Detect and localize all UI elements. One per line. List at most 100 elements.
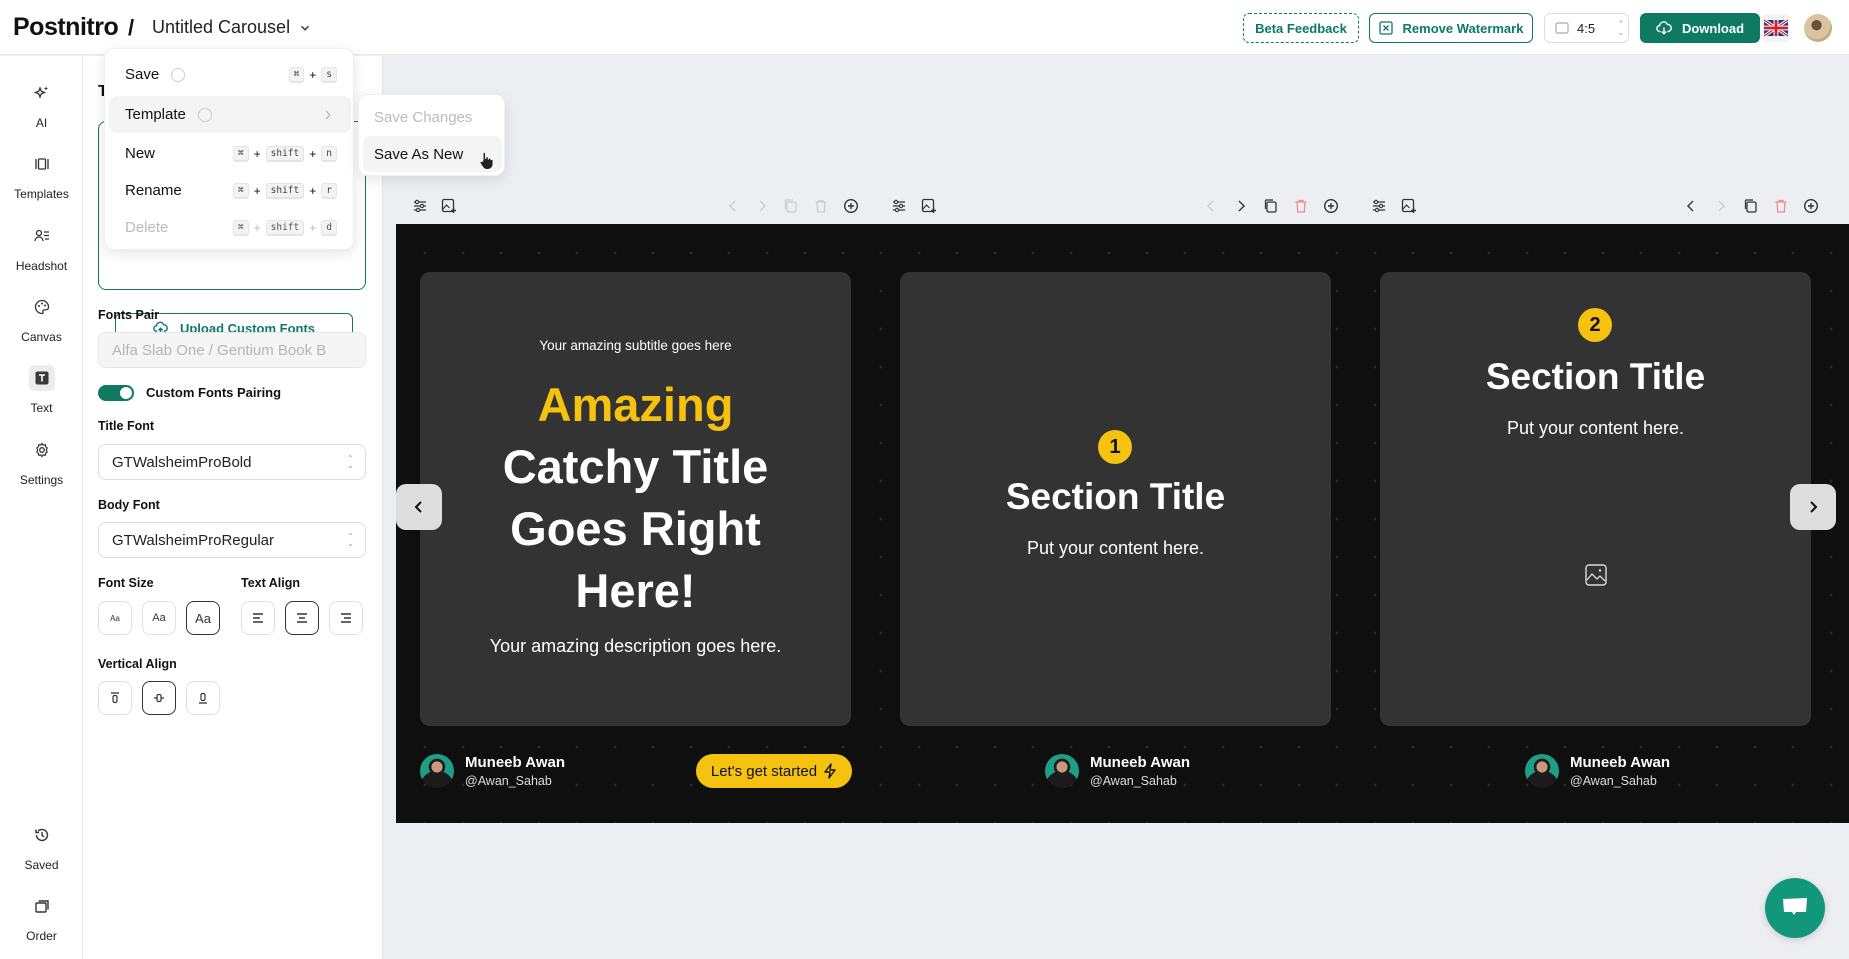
rail-item-text[interactable]: Text	[0, 365, 83, 415]
rail-label: Text	[30, 401, 53, 415]
move-right-icon[interactable]	[753, 197, 771, 215]
slide-title-highlight[interactable]: Amazing	[420, 376, 851, 434]
slide-3-card[interactable]: 2 Section Title Put your content here.	[1380, 272, 1811, 726]
font-size-medium-button[interactable]: Aa	[142, 601, 176, 635]
author-avatar	[1525, 754, 1559, 788]
section-content[interactable]: Put your content here.	[1380, 418, 1811, 439]
title-font-select[interactable]: GTWalsheimProBold ⌃ ⌄	[98, 444, 366, 480]
slide-title-line-1[interactable]: Catchy Title	[420, 436, 851, 498]
slide-settings-icon[interactable]	[1370, 197, 1388, 215]
align-right-icon	[341, 613, 351, 623]
font-size-large-button[interactable]: Aa	[186, 601, 220, 635]
rail-item-ai[interactable]: AI	[0, 80, 83, 130]
rail-item-canvas[interactable]: Canvas	[0, 294, 83, 344]
duplicate-icon[interactable]	[1742, 197, 1760, 215]
key-d: d	[321, 219, 337, 236]
menu-item-template[interactable]: Template	[109, 96, 351, 133]
carousel-next-button[interactable]	[1790, 484, 1836, 530]
align-center-button[interactable]	[285, 601, 319, 635]
author-name: Muneeb Awan	[1090, 754, 1191, 771]
delete-icon[interactable]	[1772, 197, 1790, 215]
gear-icon	[29, 437, 55, 463]
order-icon	[29, 893, 55, 919]
rail-label: AI	[35, 116, 48, 130]
author-avatar	[420, 754, 454, 788]
author-handle: @Awan_Sahab	[1090, 774, 1177, 788]
add-slide-icon[interactable]	[1322, 197, 1340, 215]
slide-2-author[interactable]: Muneeb Awan @Awan_Sahab	[1045, 754, 1190, 788]
rail-item-settings[interactable]: Settings	[0, 437, 83, 487]
section-title[interactable]: Section Title	[1380, 352, 1811, 402]
carousel-prev-button[interactable]	[396, 484, 442, 530]
aspect-ratio-value: 4:5	[1577, 20, 1596, 36]
body-font-select[interactable]: GTWalsheimProRegular ⌃ ⌄	[98, 522, 366, 558]
delete-icon[interactable]	[1292, 197, 1310, 215]
close-box-icon	[1378, 21, 1393, 35]
add-slide-icon[interactable]	[842, 197, 860, 215]
duplicate-icon[interactable]	[1262, 197, 1280, 215]
valign-top-button[interactable]	[98, 681, 132, 715]
beta-feedback-button[interactable]: Beta Feedback	[1243, 13, 1359, 43]
slide-subtitle[interactable]: Your amazing subtitle goes here	[420, 338, 851, 353]
remove-watermark-button[interactable]: Remove Watermark	[1369, 13, 1533, 43]
delete-icon[interactable]	[812, 197, 830, 215]
headshot-icon	[29, 223, 55, 249]
menu-item-rename[interactable]: Rename ⌘ + shift + r	[109, 172, 351, 209]
info-icon	[171, 67, 186, 82]
slide-2-card[interactable]: 1 Section Title Put your content here.	[900, 272, 1331, 726]
aspect-ratio-select[interactable]: 4:5 ⌃ ⌄	[1544, 13, 1629, 43]
slide-3-author[interactable]: Muneeb Awan @Awan_Sahab	[1525, 754, 1670, 788]
rail-item-order[interactable]: Order	[0, 893, 83, 943]
add-image-icon[interactable]	[440, 197, 458, 215]
key-s: s	[321, 66, 337, 83]
download-button[interactable]: Download	[1640, 13, 1760, 43]
submenu-item-label: Save As New	[374, 145, 464, 163]
valign-bottom-button[interactable]	[186, 681, 220, 715]
image-placeholder-icon[interactable]	[1585, 564, 1607, 586]
custom-fonts-pairing-toggle[interactable]	[98, 385, 134, 401]
support-chat-button[interactable]	[1765, 878, 1825, 938]
remove-watermark-label: Remove Watermark	[1402, 20, 1524, 36]
move-left-icon[interactable]	[724, 197, 742, 215]
add-slide-icon[interactable]	[1802, 197, 1820, 215]
user-avatar[interactable]	[1804, 14, 1832, 42]
slide-1-card[interactable]: Your amazing subtitle goes here Amazing …	[420, 272, 851, 726]
key-shift: shift	[265, 182, 305, 199]
key-n: n	[321, 145, 337, 162]
add-image-icon[interactable]	[1400, 197, 1418, 215]
menu-item-new[interactable]: New ⌘ + shift + n	[109, 135, 351, 172]
key-cmd: ⌘	[288, 66, 305, 83]
document-title-dropdown[interactable]: Untitled Carousel	[152, 17, 312, 38]
slide-settings-icon[interactable]	[411, 197, 429, 215]
menu-item-delete: Delete ⌘ + shift + d	[109, 209, 351, 246]
title-font-value: GTWalsheimProBold	[112, 453, 252, 471]
beta-feedback-label: Beta Feedback	[1255, 20, 1347, 36]
move-left-icon[interactable]	[1682, 197, 1700, 215]
rail-item-headshot[interactable]: Headshot	[0, 223, 83, 273]
section-content[interactable]: Put your content here.	[900, 538, 1331, 559]
slide-settings-icon[interactable]	[890, 197, 908, 215]
add-image-icon[interactable]	[920, 197, 938, 215]
cta-label: Let's get started	[710, 762, 818, 780]
align-left-button[interactable]	[241, 601, 275, 635]
rail-item-templates[interactable]: Templates	[0, 151, 83, 201]
font-size-small-button[interactable]: Aa	[98, 601, 132, 635]
slide-title-line-3[interactable]: Here!	[420, 560, 851, 622]
language-selector[interactable]	[1762, 14, 1790, 42]
valign-middle-button[interactable]	[142, 681, 176, 715]
author-avatar	[1045, 754, 1079, 788]
move-right-icon[interactable]	[1232, 197, 1250, 215]
rail-label: Canvas	[21, 330, 62, 344]
slide-description[interactable]: Your amazing description goes here.	[420, 636, 851, 657]
rail-item-saved[interactable]: Saved	[0, 822, 83, 872]
slide-1-author[interactable]: Muneeb Awan @Awan_Sahab	[420, 754, 565, 788]
section-title[interactable]: Section Title	[900, 472, 1331, 522]
align-right-button[interactable]	[329, 601, 363, 635]
duplicate-icon[interactable]	[782, 197, 800, 215]
move-left-icon[interactable]	[1202, 197, 1220, 215]
cta-button[interactable]: Let's get started	[696, 754, 852, 788]
brand-logo[interactable]: Postnitro	[13, 13, 119, 42]
move-right-icon[interactable]	[1712, 197, 1730, 215]
menu-item-save[interactable]: Save ⌘ + s	[109, 56, 351, 93]
slide-title-line-2[interactable]: Goes Right	[420, 498, 851, 560]
